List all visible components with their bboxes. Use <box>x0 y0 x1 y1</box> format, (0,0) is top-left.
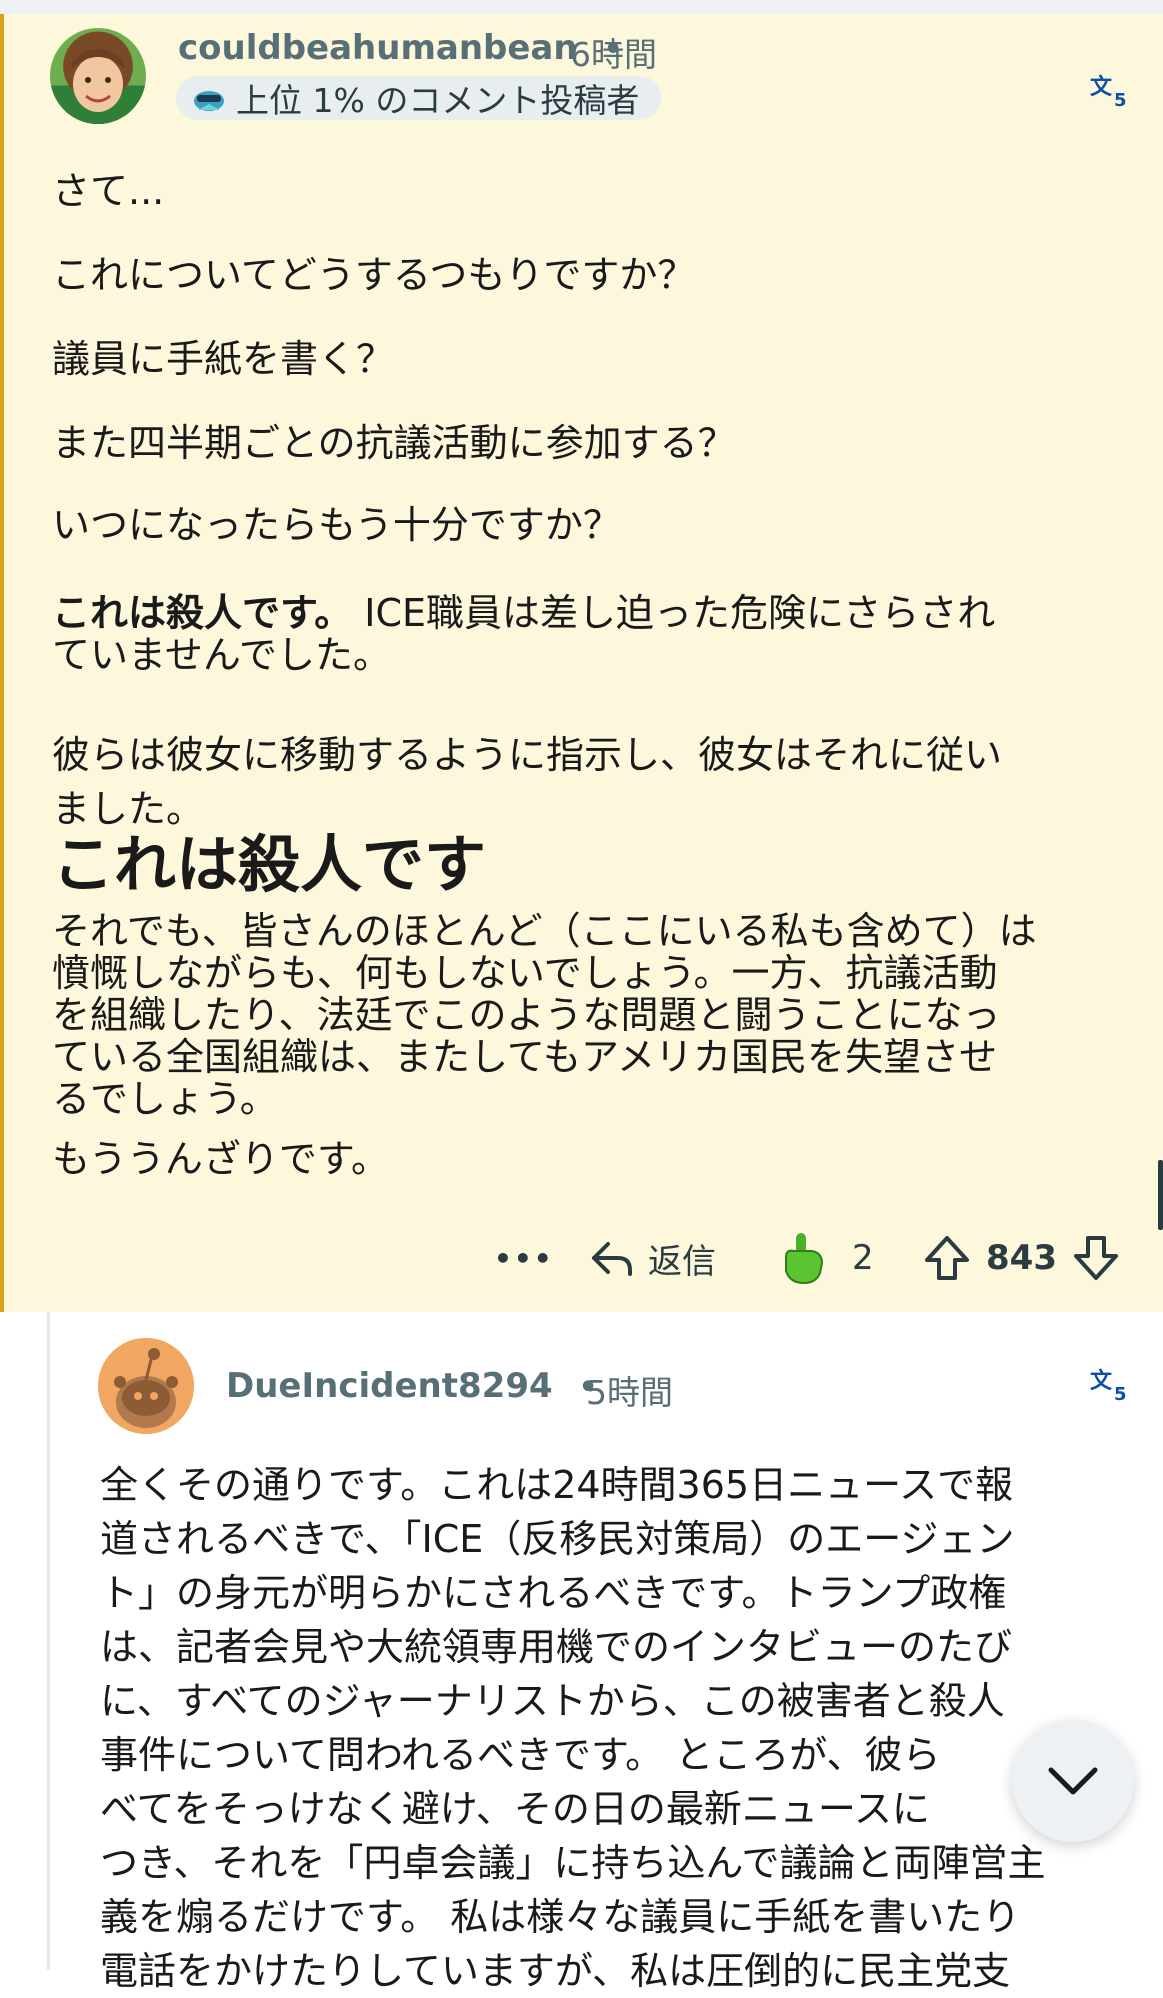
award-count: 2 <box>852 1238 874 1278</box>
top-divider <box>0 0 1163 14</box>
award-icon <box>785 1233 824 1285</box>
downvote-icon[interactable] <box>1071 1233 1121 1283</box>
paragraph-text: ている全国組織は、またしてもアメリカ国民を失望させ <box>52 1035 998 1079</box>
translate-icon[interactable]: 文 5 <box>1090 70 1132 110</box>
comment-line: べてをそっけなく避け、その日の最新ニュースに <box>100 1787 930 1831</box>
comment-line: もううんざりです。 <box>52 1137 390 1181</box>
upvote-icon[interactable] <box>922 1233 972 1283</box>
snoo-avatar-icon <box>98 1338 194 1434</box>
author-name[interactable]: DueIncident8294 <box>226 1366 553 1406</box>
comment-line: つき、それを「円卓会議」に持ち込んで議論と両陣営主 <box>100 1841 1046 1885</box>
paragraph-text: を組織したり、法廷でこのような問題と闘うことになっ <box>52 993 1001 1037</box>
reply-button[interactable]: 返信 <box>588 1228 716 1288</box>
paragraph-text: るでしょう。 <box>52 1077 278 1121</box>
comment-line: いつになったらもう十分ですか？ <box>52 503 621 547</box>
author-name[interactable]: couldbeahumanbean <box>178 28 578 68</box>
comment-time: 6時間 <box>570 35 657 74</box>
comment-line: に、すべてのジャーナリストから、この被害者と殺人 <box>100 1679 1005 1723</box>
user-avatar[interactable] <box>50 28 146 124</box>
comment-time: 5時間 <box>586 1373 673 1412</box>
more-options-icon: ••• <box>494 1241 554 1275</box>
paragraph-text: ICE職員は差し迫った危険にさらされ <box>352 591 996 635</box>
reply-label: 返信 <box>648 1241 716 1282</box>
vote-controls: 843 <box>922 1228 1121 1288</box>
comment-author[interactable]: couldbeahumanbean • <box>178 28 623 68</box>
svg-text:文: 文 <box>1090 74 1113 100</box>
badge-label: 上位 1% のコメント投稿者 <box>236 81 640 120</box>
comment-line: これについてどうするつもりですか？ <box>52 253 696 297</box>
comment-heading: これは殺人です <box>52 828 487 901</box>
comment-paragraph: それでも、皆さんのほとんど（ここにいる私も含めて）は 憤慨しながらも、何もしない… <box>52 910 1037 1120</box>
comment-line: また四半期ごとの抗議活動に参加する？ <box>52 421 736 465</box>
comment-body: 全くその通りです。これは24時間365日ニュースで報 道されるべきで、「ICE（… <box>100 1458 1140 1998</box>
comment-paragraph: これは殺人です。 ICE職員は差し迫った危険にさらされ ていませんでした。 <box>52 592 995 676</box>
comment-paragraph: 彼らは彼女に移動するように指示し、彼女はそれに従い ました。 <box>52 728 1002 836</box>
comment-line: 全くその通りです。これは24時間365日ニュースで報 <box>100 1463 1014 1507</box>
paragraph-text: それでも、皆さんのほとんど（ここにいる私も含めて）は <box>52 909 1037 953</box>
avatar-image <box>60 38 136 124</box>
svg-text:5: 5 <box>1114 1384 1127 1404</box>
comment-line: 電話をかけたりしていますが、私は圧倒的に民主党支 <box>100 1949 1011 1993</box>
comment-line: ト」の身元が明らかにされるべきです。トランプ政権 <box>100 1571 1007 1615</box>
top-commenter-icon <box>194 91 224 111</box>
reply-icon <box>592 1242 632 1276</box>
thread-line[interactable] <box>47 1312 50 1970</box>
paragraph-text: 憤慨しながらも、何もしないでしょう。一方、抗議活動 <box>52 951 998 995</box>
scrollbar-thumb[interactable] <box>1158 1160 1163 1230</box>
vote-count: 843 <box>986 1238 1057 1278</box>
scroll-down-button[interactable] <box>1012 1720 1134 1842</box>
svg-text:5: 5 <box>1114 90 1127 110</box>
translate-icon[interactable]: 文 5 <box>1090 1364 1132 1404</box>
paragraph-text: ました。 <box>52 787 205 831</box>
bold-text: これは殺人です。 <box>52 591 353 635</box>
user-avatar[interactable] <box>98 1338 194 1434</box>
comment-line: さて... <box>52 169 165 213</box>
comment-line: 道されるべきで、「ICE（反移民対策局）のエージェン <box>100 1517 1015 1561</box>
paragraph-text: 彼らは彼女に移動するように指示し、彼女はそれに従い <box>52 733 1003 777</box>
comment-line: 事件について問われるべきです。 ところが、彼ら <box>100 1733 941 1777</box>
comment-author[interactable]: DueIncident8294 • <box>226 1366 598 1406</box>
comment-line: 義を煽るだけです。 私は様々な議員に手紙を書いたり <box>100 1895 1021 1939</box>
svg-text:文: 文 <box>1090 1368 1113 1394</box>
top-commenter-badge[interactable]: 上位 1% のコメント投稿者 <box>176 76 662 120</box>
chevron-down-icon <box>1048 1767 1098 1795</box>
more-options-button[interactable]: ••• <box>494 1228 554 1288</box>
award-button[interactable]: 2 <box>778 1228 874 1288</box>
paragraph-text: ていませんでした。 <box>52 633 391 677</box>
comment-line: は、記者会見や大統領専用機でのインタビューのたび <box>100 1625 1013 1669</box>
comment-line: 議員に手紙を書く？ <box>52 337 395 381</box>
